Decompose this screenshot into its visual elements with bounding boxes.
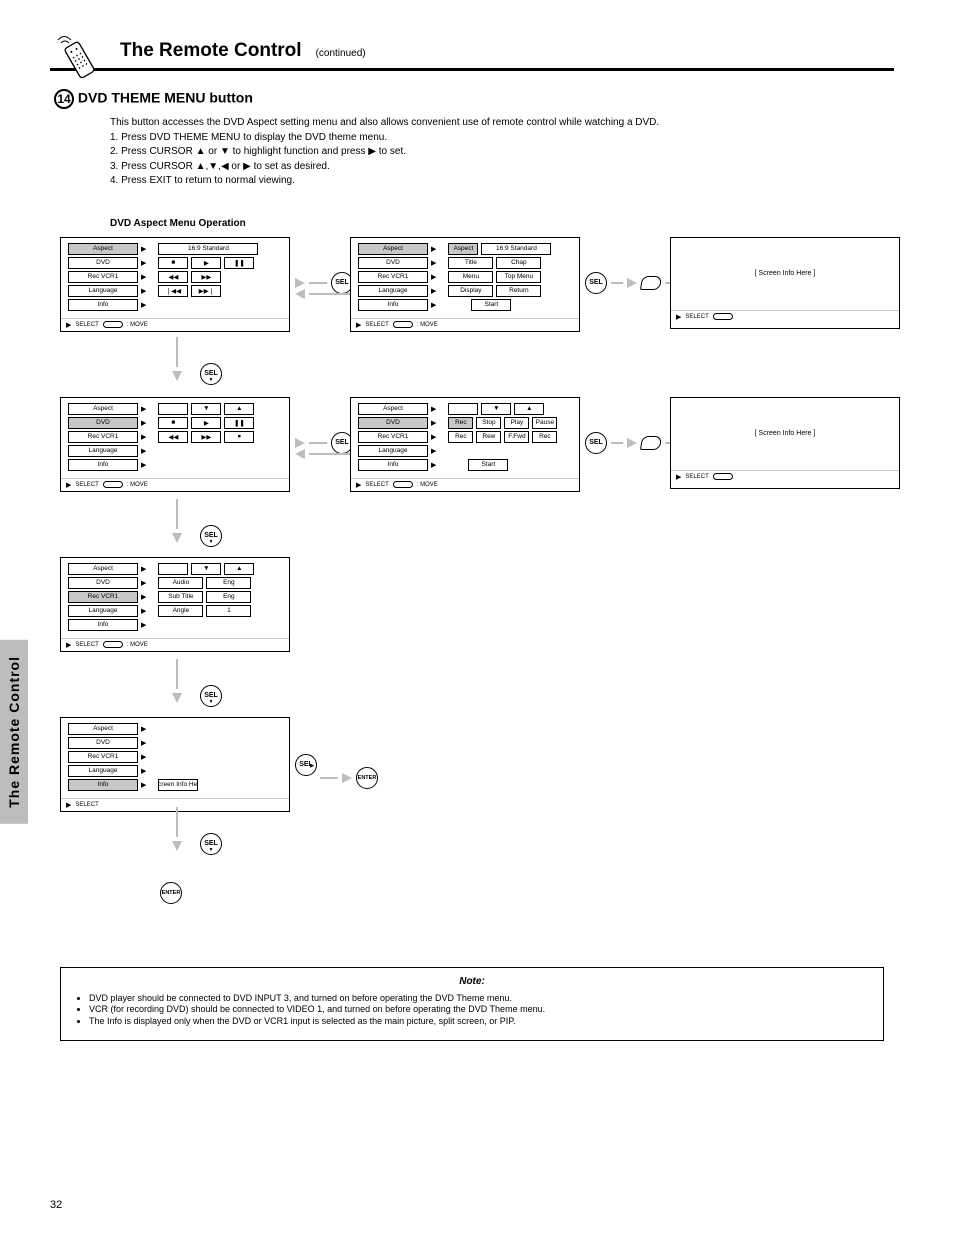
intro-text: This button accesses the DVD Aspect sett… [110, 117, 894, 130]
step-number-icon: 14 [54, 89, 74, 109]
diagram: Aspect▶16:9 Standard DVD▶■▶❚❚ Rec VCR1▶◀… [60, 237, 894, 917]
osd-menu-2: Aspect▶Aspect16:9 Standard DVD▶TitleChap… [350, 237, 580, 332]
select-button[interactable]: SEL [585, 272, 607, 294]
divider [50, 68, 894, 71]
side-tab: The Remote Control [0, 640, 28, 824]
select-button[interactable]: SEL▼ [200, 525, 222, 547]
select-button[interactable]: SEL▼ [200, 685, 222, 707]
tv-bubble-icon [640, 276, 662, 290]
subheading: DVD Aspect Menu Operation [110, 218, 894, 229]
select-button[interactable]: SEL▼ [200, 363, 222, 385]
page-title: The Remote Control [120, 40, 302, 62]
enter-button[interactable]: ENTER [160, 882, 182, 904]
page-number: 32 [50, 1199, 62, 1211]
step-4: 4. Press EXIT to return to normal viewin… [110, 175, 894, 188]
osd-menu-4: Aspect▶▼▲ DVD▶RecStopPlayPause Rec VCR1▶… [350, 397, 580, 492]
select-button[interactable]: SEL▼ [200, 833, 222, 855]
step-1: 1. Press DVD THEME MENU to display the D… [110, 132, 894, 145]
step-2: 2. Press CURSOR ▲ or ▼ to highlight func… [110, 146, 894, 159]
osd-menu-1: Aspect▶16:9 Standard DVD▶■▶❚❚ Rec VCR1▶◀… [60, 237, 290, 332]
note-item: DVD player should be connected to DVD IN… [89, 993, 871, 1005]
select-button[interactable]: SEL [585, 432, 607, 454]
note-item: The Info is displayed only when the DVD … [89, 1016, 871, 1028]
enter-button[interactable]: ENTER [356, 767, 378, 789]
osd-menu-3: Aspect▶▼▲ DVD▶■▶❚❚ Rec VCR1▶◀◀▶▶● Langua… [60, 397, 290, 492]
note-box: Note: DVD player should be connected to … [60, 967, 884, 1041]
osd-menu-5: Aspect▶▼▲ DVD▶AudioEng Rec VCR1▶Sub Titl… [60, 557, 290, 652]
osd-blank-2: [ Screen Info Here ] ▶SELECT [670, 397, 900, 489]
heading-text: DVD THEME MENU button [78, 90, 253, 106]
select-button[interactable]: SEL▶ [295, 754, 317, 776]
remote-icon [55, 35, 103, 86]
note-title: Note: [73, 976, 871, 987]
osd-blank-1: [ Screen Info Here ] ▶SELECT [670, 237, 900, 329]
step-3: 3. Press CURSOR ▲,▼,◀ or ▶ to set as des… [110, 161, 894, 174]
page-subtitle: (continued) [316, 48, 366, 59]
note-item: VCR (for recording DVD) should be connec… [89, 1004, 871, 1016]
osd-menu-6: Aspect▶ DVD▶ Rec VCR1▶ Language▶ Info▶[ … [60, 717, 290, 812]
section-heading: 14 DVD THEME MENU button [54, 89, 894, 109]
tv-bubble-icon [640, 436, 662, 450]
